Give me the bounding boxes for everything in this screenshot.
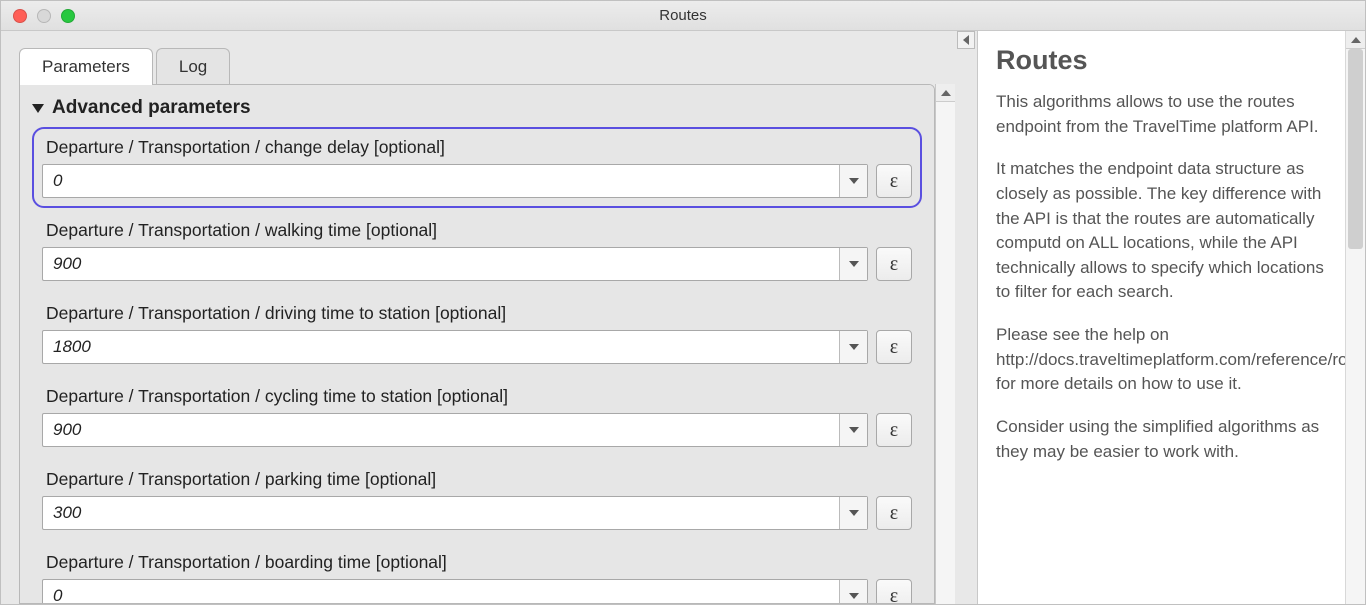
chevron-down-icon bbox=[849, 178, 859, 184]
splitter-handle[interactable] bbox=[955, 31, 977, 604]
param-group: Departure / Transportation / driving tim… bbox=[32, 293, 922, 374]
param-label: Departure / Transportation / driving tim… bbox=[42, 301, 912, 330]
parameters-pane: Advanced parameters Departure / Transpor… bbox=[19, 84, 935, 604]
close-icon[interactable] bbox=[13, 9, 27, 23]
titlebar: Routes bbox=[1, 1, 1365, 31]
parameters-scrollbar[interactable] bbox=[935, 84, 955, 604]
param-row: ε bbox=[42, 330, 912, 364]
param-label: Departure / Transportation / walking tim… bbox=[42, 218, 912, 247]
scrollbar-thumb[interactable] bbox=[1348, 49, 1363, 249]
help-paragraph: This algorithms allows to use the routes… bbox=[996, 90, 1327, 139]
window-title: Routes bbox=[1, 7, 1365, 24]
dropdown-button[interactable] bbox=[839, 331, 867, 363]
maximize-icon[interactable] bbox=[61, 9, 75, 23]
section-header-advanced[interactable]: Advanced parameters bbox=[32, 95, 922, 127]
param-input[interactable] bbox=[43, 248, 839, 280]
dropdown-button[interactable] bbox=[839, 165, 867, 197]
param-combo[interactable] bbox=[42, 330, 868, 364]
collapse-help-button[interactable] bbox=[957, 31, 975, 49]
chevron-down-icon bbox=[849, 261, 859, 267]
param-row: ε bbox=[42, 413, 912, 447]
dropdown-button[interactable] bbox=[839, 580, 867, 603]
expression-button[interactable]: ε bbox=[876, 247, 912, 281]
dialog-window: Routes Parameters Log Advanced parameter… bbox=[0, 0, 1366, 605]
help-title: Routes bbox=[996, 45, 1327, 76]
param-group: Departure / Transportation / parking tim… bbox=[32, 459, 922, 540]
content-area: Parameters Log Advanced parameters Depar… bbox=[1, 31, 1365, 604]
expression-button[interactable]: ε bbox=[876, 330, 912, 364]
param-row: ε bbox=[42, 247, 912, 281]
param-group: Departure / Transportation / boarding ti… bbox=[32, 542, 922, 603]
scroll-up-button[interactable] bbox=[1346, 31, 1365, 49]
param-combo[interactable] bbox=[42, 164, 868, 198]
param-group: Departure / Transportation / change dela… bbox=[32, 127, 922, 208]
param-input[interactable] bbox=[43, 165, 839, 197]
chevron-left-icon bbox=[963, 35, 969, 45]
expression-button[interactable]: ε bbox=[876, 413, 912, 447]
param-combo[interactable] bbox=[42, 496, 868, 530]
window-controls bbox=[1, 9, 75, 23]
scroll-up-button[interactable] bbox=[936, 84, 955, 102]
param-label: Departure / Transportation / change dela… bbox=[42, 135, 912, 164]
chevron-down-icon bbox=[849, 344, 859, 350]
param-row: ε bbox=[42, 579, 912, 603]
param-label: Departure / Transportation / boarding ti… bbox=[42, 550, 912, 579]
minimize-icon[interactable] bbox=[37, 9, 51, 23]
dropdown-button[interactable] bbox=[839, 497, 867, 529]
help-scrollbar[interactable] bbox=[1345, 31, 1365, 604]
param-input[interactable] bbox=[43, 580, 839, 603]
dropdown-button[interactable] bbox=[839, 248, 867, 280]
left-panel: Parameters Log Advanced parameters Depar… bbox=[1, 31, 955, 604]
param-row: ε bbox=[42, 164, 912, 198]
help-content: Routes This algorithms allows to use the… bbox=[978, 31, 1345, 604]
dropdown-button[interactable] bbox=[839, 414, 867, 446]
param-group: Departure / Transportation / cycling tim… bbox=[32, 376, 922, 457]
help-paragraph: It matches the endpoint data structure a… bbox=[996, 157, 1327, 305]
parameters-pane-wrap: Advanced parameters Departure / Transpor… bbox=[19, 84, 955, 604]
help-paragraph: Consider using the simplified algorithms… bbox=[996, 415, 1327, 464]
collapse-icon bbox=[32, 104, 44, 113]
param-input[interactable] bbox=[43, 331, 839, 363]
help-panel: Routes This algorithms allows to use the… bbox=[977, 31, 1365, 604]
parameters-scroll-area[interactable]: Advanced parameters Departure / Transpor… bbox=[20, 85, 934, 603]
tab-parameters[interactable]: Parameters bbox=[19, 48, 153, 85]
param-row: ε bbox=[42, 496, 912, 530]
tab-log[interactable]: Log bbox=[156, 48, 230, 85]
param-group: Departure / Transportation / walking tim… bbox=[32, 210, 922, 291]
section-title: Advanced parameters bbox=[52, 97, 251, 119]
param-combo[interactable] bbox=[42, 579, 868, 603]
param-combo[interactable] bbox=[42, 413, 868, 447]
param-label: Departure / Transportation / parking tim… bbox=[42, 467, 912, 496]
expression-button[interactable]: ε bbox=[876, 164, 912, 198]
expression-button[interactable]: ε bbox=[876, 496, 912, 530]
help-paragraph: Please see the help on http://docs.trave… bbox=[996, 323, 1327, 397]
chevron-down-icon bbox=[849, 510, 859, 516]
expression-button[interactable]: ε bbox=[876, 579, 912, 603]
param-label: Departure / Transportation / cycling tim… bbox=[42, 384, 912, 413]
chevron-down-icon bbox=[849, 593, 859, 599]
param-input[interactable] bbox=[43, 414, 839, 446]
param-input[interactable] bbox=[43, 497, 839, 529]
chevron-down-icon bbox=[849, 427, 859, 433]
param-combo[interactable] bbox=[42, 247, 868, 281]
tab-bar: Parameters Log bbox=[19, 47, 955, 84]
